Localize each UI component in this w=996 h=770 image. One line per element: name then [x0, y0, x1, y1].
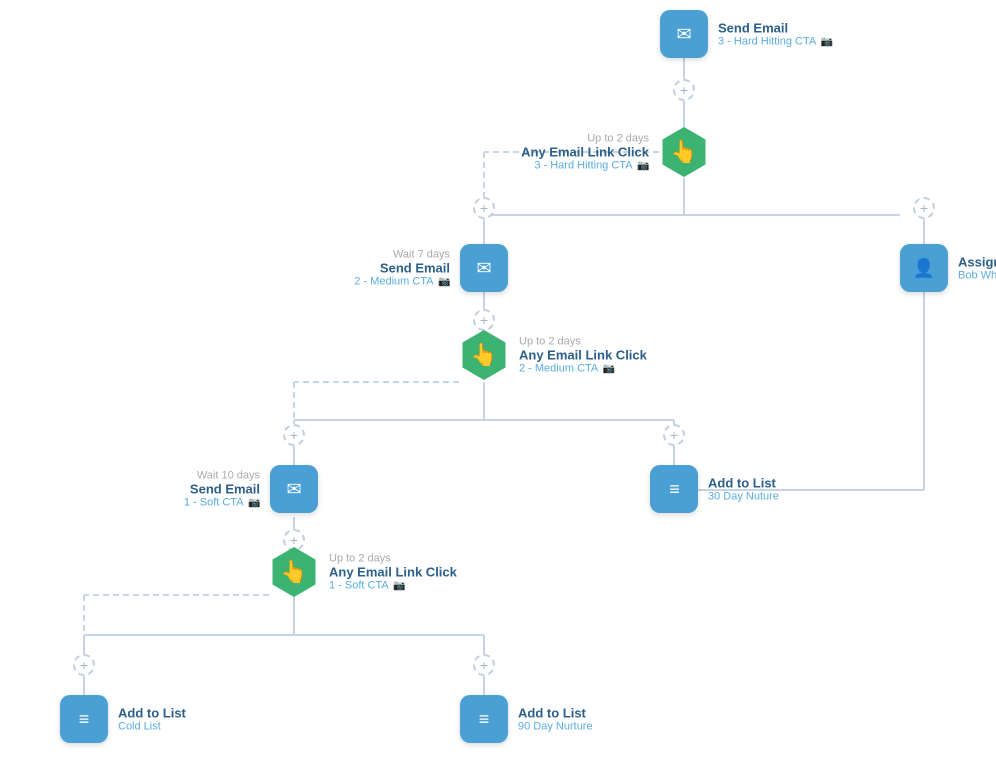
- plus-btn-5[interactable]: +: [663, 424, 685, 446]
- camera-icon: 📷: [821, 37, 833, 47]
- send-email-3-box[interactable]: ✉: [660, 10, 708, 58]
- add-to-90-list-sub: 90 Day Nurture: [518, 721, 593, 733]
- add-to-90-list-title: Add to List: [518, 706, 593, 721]
- email-click-1-node: Up to 2 days Any Email Link Click 1 - So…: [269, 547, 319, 597]
- assign-user-title: Assign to User: [958, 255, 996, 270]
- email-click-1-hex[interactable]: 👆: [269, 547, 319, 597]
- workflow-canvas: Send Email 3 - Hard Hitting CTA 📷 ✉ + Up…: [0, 0, 996, 770]
- add-to-cold-list-box[interactable]: ≡: [60, 695, 108, 743]
- email-click-2-node: Up to 2 days Any Email Link Click 2 - Me…: [459, 330, 509, 380]
- assign-user-sub: Bob Wholesaler: [958, 270, 996, 282]
- camera-icon-4: 📷: [603, 364, 615, 374]
- email-click-3-hex[interactable]: 👆: [659, 127, 709, 177]
- add-to-cold-list-title: Add to List: [118, 706, 186, 721]
- send-email-2-sub: 2 - Medium CTA 📷: [354, 276, 450, 288]
- add-to-90-list-node[interactable]: Add to List 90 Day Nurture ≡: [460, 695, 508, 743]
- send-email-2-box[interactable]: ✉: [460, 244, 508, 292]
- send-email-3-sub: 3 - Hard Hitting CTA 📷: [718, 36, 833, 48]
- send-email-3-node[interactable]: Send Email 3 - Hard Hitting CTA 📷 ✉: [660, 10, 708, 58]
- add-to-cold-list-sub: Cold List: [118, 721, 186, 733]
- plus-btn-4[interactable]: +: [283, 424, 305, 446]
- email-click-3-node: Up to 2 days Any Email Link Click 3 - Ha…: [659, 127, 709, 177]
- send-email-1-wait: Wait 10 days: [184, 470, 260, 482]
- camera-icon-2: 📷: [637, 161, 649, 171]
- plus-btn-8[interactable]: +: [473, 654, 495, 676]
- add-to-list-30-box[interactable]: ≡: [650, 465, 698, 513]
- add-to-list-30-node[interactable]: Add to List 30 Day Nuture ≡: [650, 465, 698, 513]
- send-email-1-box[interactable]: ✉: [270, 465, 318, 513]
- plus-btn-right-1[interactable]: +: [913, 197, 935, 219]
- plus-btn-2[interactable]: +: [473, 197, 495, 219]
- email-click-3-sub: 3 - Hard Hitting CTA 📷: [521, 160, 649, 172]
- plus-btn-3[interactable]: +: [473, 309, 495, 331]
- email-click-3-wait: Up to 2 days: [521, 133, 649, 145]
- send-email-2-wait: Wait 7 days: [354, 249, 450, 261]
- send-email-3-title: Send Email: [718, 21, 833, 36]
- send-email-1-sub: 1 - Soft CTA 📷: [184, 497, 260, 509]
- assign-user-box[interactable]: 👤: [900, 244, 948, 292]
- add-to-90-list-box[interactable]: ≡: [460, 695, 508, 743]
- add-to-cold-list-node[interactable]: Add to List Cold List ≡: [60, 695, 108, 743]
- camera-icon-6: 📷: [393, 581, 405, 591]
- email-click-2-hex[interactable]: 👆: [459, 330, 509, 380]
- email-click-1-wait: Up to 2 days: [329, 553, 457, 565]
- email-click-3-title: Any Email Link Click: [521, 145, 649, 160]
- plus-btn-7[interactable]: +: [73, 654, 95, 676]
- add-to-list-30-sub: 30 Day Nuture: [708, 491, 779, 503]
- email-click-1-title: Any Email Link Click: [329, 565, 457, 580]
- send-email-2-node[interactable]: Wait 7 days Send Email 2 - Medium CTA 📷 …: [460, 244, 508, 292]
- camera-icon-3: 📷: [438, 277, 450, 287]
- plus-btn-1[interactable]: +: [673, 79, 695, 101]
- send-email-1-title: Send Email: [184, 482, 260, 497]
- add-to-list-30-title: Add to List: [708, 476, 779, 491]
- email-click-2-sub: 2 - Medium CTA 📷: [519, 363, 647, 375]
- send-email-1-node[interactable]: Wait 10 days Send Email 1 - Soft CTA 📷 ✉: [270, 465, 318, 513]
- email-click-1-sub: 1 - Soft CTA 📷: [329, 580, 457, 592]
- email-click-2-title: Any Email Link Click: [519, 348, 647, 363]
- camera-icon-5: 📷: [248, 498, 260, 508]
- send-email-2-title: Send Email: [354, 261, 450, 276]
- connector-lines: [0, 0, 996, 770]
- email-click-2-wait: Up to 2 days: [519, 336, 647, 348]
- assign-user-node[interactable]: Assign to User Bob Wholesaler 👤: [900, 244, 948, 292]
